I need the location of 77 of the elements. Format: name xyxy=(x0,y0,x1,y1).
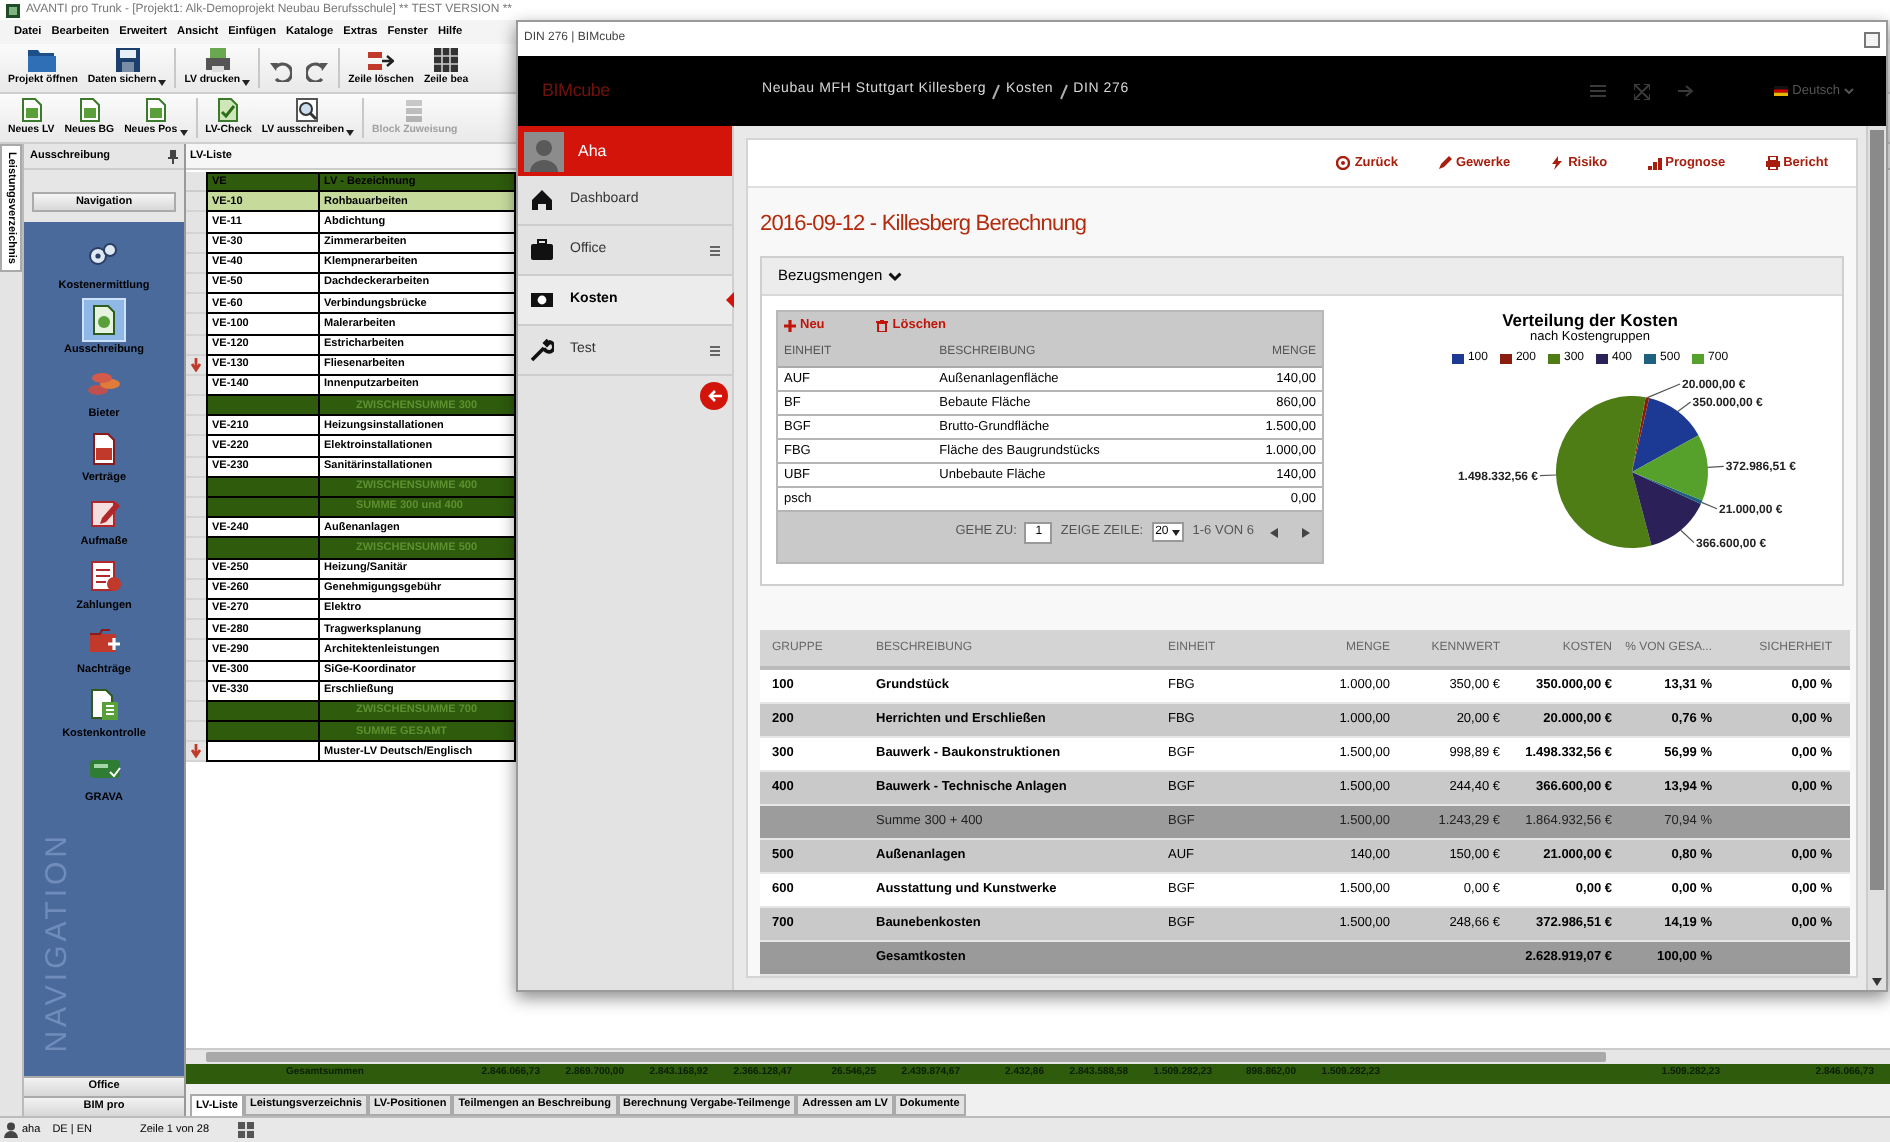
down-arrow-icon xyxy=(190,744,202,759)
breadcrumb-separator xyxy=(1059,83,1068,99)
printer-icon xyxy=(1765,156,1780,170)
undo-icon[interactable] xyxy=(270,59,293,81)
document-icon xyxy=(79,98,100,123)
scroll-down-icon xyxy=(1872,978,1882,986)
legend-swatch xyxy=(1547,354,1560,364)
table-cell xyxy=(206,477,320,498)
bar-chart-icon xyxy=(1647,156,1662,170)
user-icon xyxy=(4,1122,18,1138)
checked-document-icon xyxy=(218,98,239,123)
redo-icon[interactable] xyxy=(306,59,329,81)
folder-icon xyxy=(28,50,57,73)
menu-icon xyxy=(710,345,720,355)
scrollbar-track[interactable] xyxy=(1866,126,1886,990)
caret-icon xyxy=(346,129,354,136)
breadcrumb-separator xyxy=(992,83,1001,99)
legend-swatch xyxy=(1692,354,1705,364)
legend-swatch xyxy=(1499,354,1512,364)
avatar-icon xyxy=(524,131,564,171)
legend-swatch xyxy=(1644,354,1657,364)
caret-icon xyxy=(242,79,251,86)
legend-swatch xyxy=(1596,354,1608,364)
legend-swatch xyxy=(1451,354,1464,364)
list-icon[interactable] xyxy=(1590,84,1607,98)
table-cell xyxy=(206,498,320,519)
flag-icon xyxy=(1774,86,1789,96)
next-icon[interactable] xyxy=(1302,527,1310,537)
scrollbar-thumb[interactable] xyxy=(1870,130,1884,890)
leader-line xyxy=(1539,474,1557,477)
exit-icon[interactable] xyxy=(1678,84,1695,98)
calculator-icon xyxy=(86,686,122,722)
previous-icon[interactable] xyxy=(1270,527,1278,537)
scrollbar-thumb[interactable] xyxy=(206,1052,1606,1062)
row-delete-icon xyxy=(368,50,394,73)
maximize-icon[interactable] xyxy=(1864,31,1880,47)
table-cell xyxy=(206,701,320,723)
table-cell xyxy=(206,742,320,763)
caret-icon xyxy=(1172,529,1181,535)
back-circle-icon xyxy=(1336,156,1351,170)
trash-icon xyxy=(876,320,889,332)
menu-icon xyxy=(710,245,720,255)
document-icon xyxy=(145,98,166,123)
banknote-icon xyxy=(530,288,554,312)
table-cell xyxy=(206,538,320,560)
document-icon xyxy=(21,98,42,123)
pin-icon[interactable] xyxy=(168,149,178,163)
grid-icon[interactable] xyxy=(237,1122,254,1138)
row-header[interactable] xyxy=(186,742,206,763)
table-cell xyxy=(206,396,320,417)
app-icon xyxy=(6,3,20,17)
pointer-icon xyxy=(726,292,734,308)
expand-icon[interactable] xyxy=(1634,83,1651,99)
form-icon xyxy=(86,558,122,594)
chart-title: Verteilung der Kosten xyxy=(1502,310,1678,330)
row-header[interactable] xyxy=(186,355,206,376)
wrench-icon xyxy=(530,338,554,362)
caret-icon xyxy=(179,129,188,136)
caret-icon xyxy=(1844,88,1854,94)
leader-line xyxy=(1680,529,1695,544)
stack-icon xyxy=(406,100,423,123)
user-name: Aha xyxy=(578,139,607,163)
caret-icon xyxy=(158,79,167,86)
table-cell xyxy=(206,722,320,743)
briefcase-icon xyxy=(530,238,554,262)
magnifier-document-icon xyxy=(296,98,319,123)
printer-icon xyxy=(205,48,230,73)
home-icon xyxy=(530,188,554,212)
plus-icon xyxy=(784,320,796,332)
down-arrow-icon xyxy=(190,357,202,372)
leader-line xyxy=(1701,501,1718,510)
back-arrow-icon xyxy=(707,390,721,402)
collapse-button[interactable] xyxy=(700,382,728,410)
page-heading: 2016-09-12 - Killesberg Berechnung xyxy=(760,210,1089,238)
leader-line xyxy=(1707,465,1725,468)
chevron-down-icon xyxy=(888,271,903,281)
scrollbar-track[interactable] xyxy=(186,1048,1890,1064)
